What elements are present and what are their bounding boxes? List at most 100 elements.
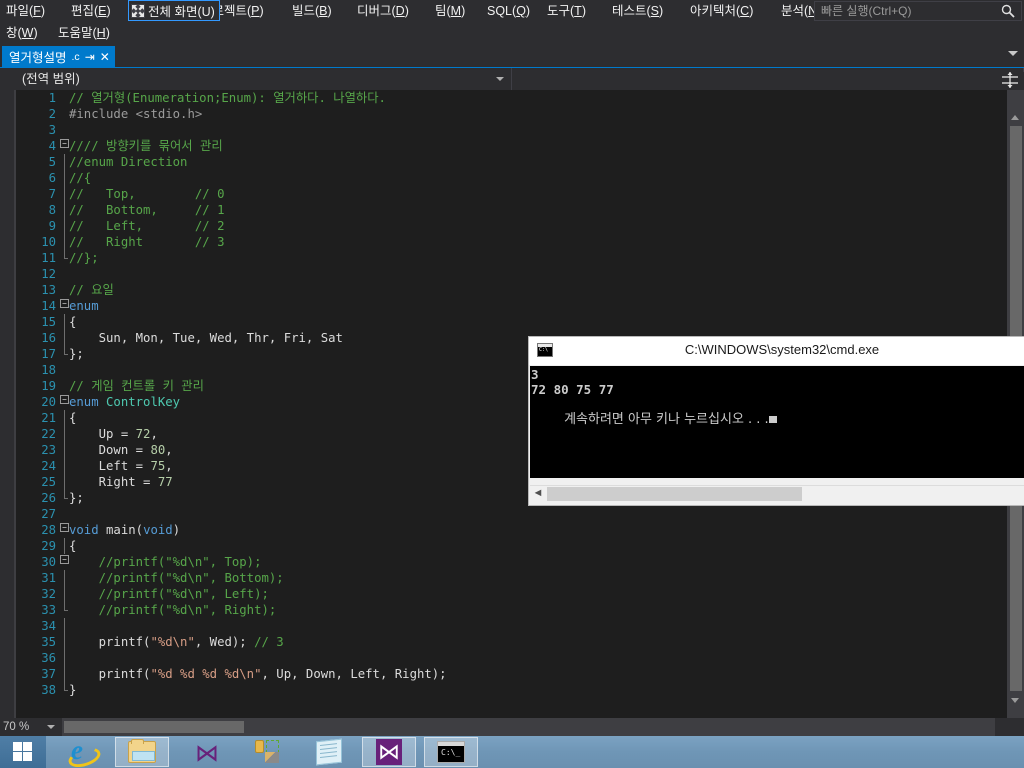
menu-item-8[interactable]: 도구(T) <box>547 2 586 20</box>
scroll-down-arrow-icon[interactable] <box>1007 693 1024 708</box>
fold-collapse-icon[interactable] <box>60 298 69 314</box>
pin-icon[interactable]: ⇥ <box>85 51 95 63</box>
fullscreen-button[interactable]: 전체 화면(U) <box>128 0 220 21</box>
code-line[interactable]: 27 <box>16 506 995 522</box>
code-line[interactable]: 15 { <box>16 314 995 330</box>
taskbar-button-visual-studio[interactable]: ⋈ <box>178 737 232 767</box>
code-line[interactable]: 12 <box>16 266 995 282</box>
taskbar-button-internet-explorer[interactable] <box>55 735 109 767</box>
taskbar-button-sql-tools[interactable] <box>240 737 294 767</box>
cmd-console-window[interactable]: C:\WINDOWS\system32\cmd.exe 3 72 80 75 7… <box>528 336 1024 506</box>
notepad-icon <box>316 738 342 766</box>
menu-item-4[interactable]: 빌드(B) <box>292 2 332 20</box>
menu-item-0[interactable]: 파일(F) <box>6 2 45 20</box>
line-number: 25 <box>41 475 56 489</box>
code-line[interactable]: 11 //}; <box>16 250 995 266</box>
code-line[interactable]: 5 //enum Direction <box>16 154 995 170</box>
taskbar-button-notepad[interactable] <box>302 737 356 767</box>
fold-guide-end <box>64 682 68 691</box>
console-prompt-line: 계속하려면 아무 키나 누르십시오 . . . <box>531 397 1024 442</box>
code-line[interactable]: 1 // 열거형(Enumeration;Enum): 열거하다. 나열하다. <box>16 90 995 106</box>
chevron-down-icon[interactable] <box>1008 51 1018 56</box>
code-line[interactable]: 9 // Left, // 2 <box>16 218 995 234</box>
taskbar-button-command-prompt[interactable] <box>424 737 478 767</box>
editor-horizontal-scrollbar[interactable] <box>62 718 995 736</box>
menu-item-5[interactable]: 디버그(D) <box>357 2 409 20</box>
menu-item-7[interactable]: SQL(Q) <box>487 2 530 20</box>
console-output-area[interactable]: 3 72 80 75 77 계속하려면 아무 키나 누르십시오 . . . <box>530 366 1024 478</box>
code-line[interactable]: 4 //// 방향키를 묶어서 관리 <box>16 138 995 154</box>
fold-collapse-icon[interactable] <box>60 522 69 538</box>
code-line[interactable]: 14 enum <box>16 298 995 314</box>
code-text: { <box>69 410 76 426</box>
code-token: enum <box>69 299 99 313</box>
fold-collapse-icon[interactable] <box>60 138 69 154</box>
menu-item-mnemonic: E <box>98 4 107 18</box>
code-line[interactable]: 37 printf("%d %d %d %d\n", Up, Down, Lef… <box>16 666 995 682</box>
quick-launch-input[interactable]: 빠른 실행(Ctrl+Q) <box>814 1 1022 21</box>
code-line[interactable]: 6 //{ <box>16 170 995 186</box>
code-token: { <box>69 315 77 329</box>
chevron-left-icon[interactable]: ◄ <box>530 486 546 502</box>
menu-item-6[interactable]: 팀(M) <box>435 2 465 20</box>
code-line[interactable]: 29 { <box>16 538 995 554</box>
code-line[interactable]: 35 printf("%d\n", Wed); // 3 <box>16 634 995 650</box>
code-token: // 3 <box>254 635 284 649</box>
code-line[interactable]: 28 void main(void) <box>16 522 995 538</box>
windows-start-icon[interactable] <box>0 736 46 768</box>
taskbar-button-file-explorer[interactable] <box>115 737 169 767</box>
console-output-line: 3 <box>531 367 539 382</box>
visual-studio-icon: ⋈ <box>195 739 219 767</box>
menu-item-label: 분석( <box>781 4 809 18</box>
code-line[interactable]: 7 // Top, // 0 <box>16 186 995 202</box>
fold-collapse-icon[interactable] <box>60 554 69 570</box>
scroll-up-arrow-icon[interactable] <box>1007 110 1024 125</box>
code-line[interactable]: 38} <box>16 682 995 698</box>
code-token: //}; <box>69 251 99 265</box>
search-icon[interactable] <box>1001 4 1015 23</box>
menu-item-label-tail: ) <box>581 4 586 18</box>
fold-collapse-icon[interactable] <box>60 394 69 410</box>
line-number: 4 <box>48 139 56 153</box>
chevron-down-icon[interactable] <box>47 725 55 729</box>
code-token: <stdio.h> <box>135 107 203 121</box>
code-token: // 열거형(Enumeration;Enum): 열거하다. 나열하다. <box>69 91 386 105</box>
code-line[interactable]: 34 <box>16 618 995 634</box>
scope-dropdown-right[interactable] <box>512 68 1024 90</box>
code-line[interactable]: 10 // Right // 3 <box>16 234 995 250</box>
menu-item-9[interactable]: 테스트(S) <box>612 2 663 20</box>
chevron-down-icon[interactable] <box>496 77 504 81</box>
code-line[interactable]: 31 //printf("%d\n", Bottom); <box>16 570 995 586</box>
code-line[interactable]: 13 // 요일 <box>16 282 995 298</box>
taskbar-button-visual-studio-running[interactable]: ⋈ <box>362 737 416 767</box>
code-token: Left = <box>69 459 151 473</box>
code-line[interactable]: 2 #include <stdio.h> <box>16 106 995 122</box>
code-line[interactable]: 30 //printf("%d\n", Top); <box>16 554 995 570</box>
internet-explorer-icon <box>69 735 95 766</box>
console-scroll-thumb[interactable] <box>547 487 802 501</box>
code-line[interactable]: 32 //printf("%d\n", Left); <box>16 586 995 602</box>
menu-item-1[interactable]: 편집(E) <box>71 2 111 20</box>
code-text: //// 방향키를 묶어서 관리 <box>69 138 223 154</box>
console-horizontal-scrollbar[interactable]: ◄ <box>530 485 1024 501</box>
line-number: 30 <box>41 555 56 569</box>
zoom-level-selector[interactable]: 70 % <box>0 718 62 736</box>
fold-guide-line <box>64 154 65 170</box>
code-token: , <box>165 443 173 457</box>
code-line[interactable]: 3 <box>16 122 995 138</box>
line-number: 16 <box>41 331 56 345</box>
horizontal-scroll-thumb[interactable] <box>64 721 244 733</box>
tab-enum-description[interactable]: 열거형설명 .c ⇥ ✕ <box>2 46 115 67</box>
code-line[interactable]: 33 //printf("%d\n", Right); <box>16 602 995 618</box>
menu-item-10[interactable]: 아키텍처(C) <box>690 2 753 20</box>
code-token: Right = <box>69 475 158 489</box>
split-window-icon[interactable] <box>996 72 1024 90</box>
code-line[interactable]: 36 <box>16 650 995 666</box>
menu-item-1[interactable]: 도움말(H) <box>58 24 110 42</box>
windows-taskbar: ⋈ ⋈ 줄: 1 열: 47 문자: 38 ✕ A INS <box>0 735 1024 768</box>
scope-dropdown-left[interactable]: (전역 범위) <box>0 68 512 90</box>
close-icon[interactable]: ✕ <box>100 51 110 63</box>
console-title-bar[interactable]: C:\WINDOWS\system32\cmd.exe <box>529 337 1024 365</box>
menu-item-0[interactable]: 창(W) <box>6 24 38 42</box>
code-line[interactable]: 8 // Bottom, // 1 <box>16 202 995 218</box>
